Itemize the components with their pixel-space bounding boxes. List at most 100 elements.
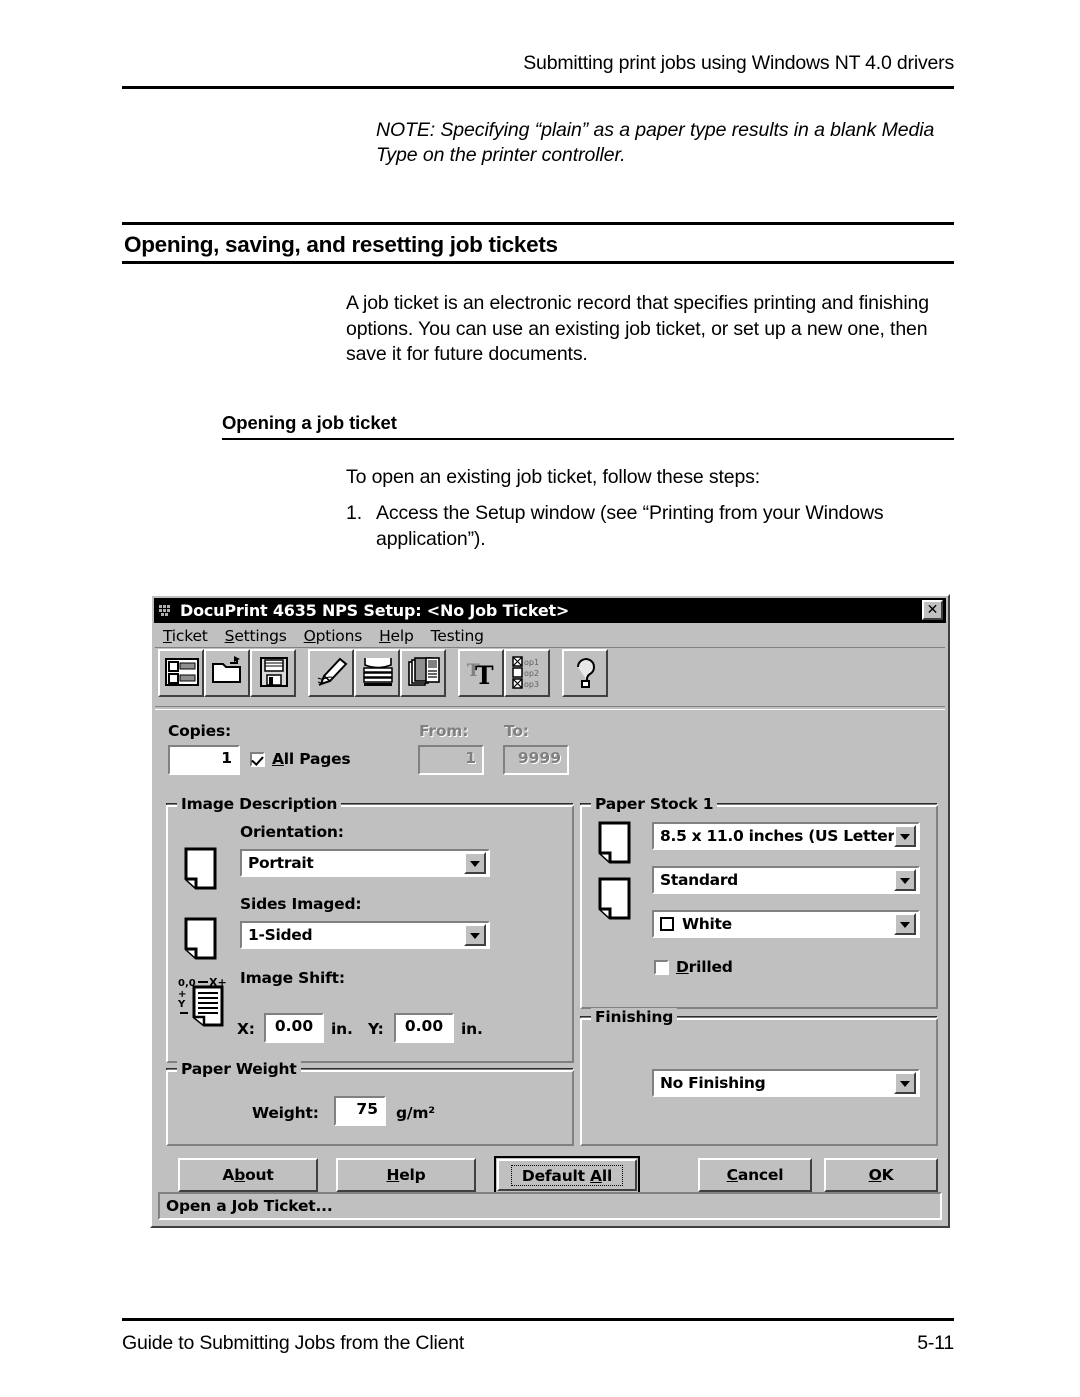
chevron-down-icon[interactable] — [464, 924, 486, 946]
sides-imaged-page-icon — [183, 917, 218, 965]
status-text: Open a Job Ticket... — [166, 1197, 333, 1215]
image-shift-y-unit: in. — [461, 1020, 483, 1038]
image-shift-x-input[interactable]: 0.00 — [264, 1013, 324, 1043]
heading1-rule-bottom — [122, 261, 954, 264]
steps-lead-in: To open an existing job ticket, follow t… — [346, 466, 761, 488]
chevron-down-icon[interactable] — [894, 1072, 916, 1094]
svg-text:Y: Y — [177, 999, 186, 1010]
default-all-button-label: Default All — [510, 1164, 624, 1186]
chevron-down-icon[interactable] — [894, 825, 916, 847]
paper-stock-icon[interactable] — [354, 649, 400, 697]
all-pages-checkbox-row[interactable]: All Pages — [250, 750, 351, 768]
chevron-down-icon[interactable] — [464, 852, 486, 874]
weight-label: Weight: — [252, 1104, 319, 1122]
paper-stock-size-icon — [597, 821, 632, 869]
image-description-title: Image Description — [177, 795, 342, 813]
paper-type-combobox[interactable]: Standard — [652, 866, 920, 894]
edit-pencil-icon[interactable] — [308, 649, 354, 697]
sides-imaged-value: 1-Sided — [248, 926, 313, 944]
status-bar: Open a Job Ticket... — [158, 1192, 942, 1220]
weight-input[interactable]: 75 — [334, 1096, 386, 1126]
image-description-group: Image Description Orientation: Portrait … — [166, 795, 574, 1063]
chevron-down-icon[interactable] — [894, 869, 916, 891]
dialog-toolbar: T T op1 op2 op3 — [158, 649, 620, 701]
finishing-group: Finishing No Finishing — [580, 1008, 938, 1146]
paper-weight-title: Paper Weight — [177, 1060, 301, 1078]
paper-color-combobox[interactable]: White — [652, 910, 920, 938]
toolbar-divider — [155, 706, 945, 710]
menu-item-options[interactable]: Options — [304, 627, 363, 645]
about-button-label: About — [222, 1166, 274, 1184]
paper-type-value: Standard — [660, 871, 738, 889]
section-subheading: Opening a job ticket — [222, 412, 397, 433]
step-number: 1. — [346, 502, 362, 524]
paper-stock-group: Paper Stock 1 8.5 x 11.0 inches (US Lett… — [580, 795, 938, 1009]
list-item: 1. Access the Setup window (see “Printin… — [346, 501, 954, 552]
body-paragraph: A job ticket is an electronic record tha… — [346, 292, 929, 365]
svg-text:T: T — [475, 661, 494, 690]
image-shift-y-input[interactable]: 0.00 — [394, 1013, 454, 1043]
paper-size-combobox[interactable]: 8.5 x 11.0 inches (US Letter) — [652, 822, 920, 850]
from-label: From: — [419, 722, 469, 740]
all-pages-checkbox[interactable] — [250, 751, 265, 767]
cancel-button[interactable]: Cancel — [698, 1158, 812, 1192]
help-question-icon[interactable] — [562, 649, 608, 697]
footer-rule — [122, 1318, 954, 1321]
paper-color-swatch — [660, 917, 674, 931]
finishing-combobox[interactable]: No Finishing — [652, 1069, 920, 1097]
orientation-label: Orientation: — [240, 823, 344, 841]
toolbar-group-edit — [308, 649, 446, 697]
image-shift-x-label: X: — [237, 1020, 255, 1038]
image-shift-y-label: Y: — [368, 1020, 384, 1038]
save-disk-icon[interactable] — [250, 649, 296, 697]
finishing-value: No Finishing — [660, 1074, 766, 1092]
help-button-label: Help — [386, 1166, 426, 1184]
page-title: Opening, saving, and resetting job ticke… — [124, 232, 558, 257]
finishing-title: Finishing — [591, 1008, 678, 1026]
copies-input[interactable]: 1 — [168, 745, 240, 775]
sides-imaged-combobox[interactable]: 1-Sided — [240, 921, 490, 949]
about-button[interactable]: About — [178, 1158, 318, 1192]
dialog-titlebar[interactable]: DocuPrint 4635 NPS Setup: <No Job Ticket… — [154, 598, 946, 623]
header-rule — [122, 86, 954, 89]
copies-icon[interactable] — [400, 649, 446, 697]
menu-item-settings[interactable]: Settings — [225, 627, 287, 645]
menu-item-testing[interactable]: Testing — [431, 627, 484, 645]
to-label: To: — [504, 722, 529, 740]
chevron-down-icon[interactable] — [894, 913, 916, 935]
all-pages-label: All Pages — [272, 750, 351, 768]
step-text: Access the Setup window (see “Printing f… — [376, 502, 884, 550]
toolbar-group-view: T T op1 op2 op3 — [458, 649, 550, 697]
ok-button[interactable]: OK — [824, 1158, 938, 1192]
font-icon[interactable]: T T — [458, 649, 504, 697]
paper-stock-type-icon — [597, 877, 632, 925]
menu-item-ticket[interactable]: Ticket — [163, 627, 208, 645]
paper-size-value: 8.5 x 11.0 inches (US Letter) — [660, 827, 894, 845]
image-shift-icon: 0,0 X+ + Y — [177, 975, 233, 1037]
paper-weight-group: Paper Weight Weight: 75 g/m² — [166, 1060, 574, 1146]
open-folder-icon[interactable] — [204, 649, 250, 697]
heading2-rule — [222, 438, 954, 440]
from-input[interactable]: 1 — [418, 745, 484, 775]
page-number: 5-11 — [917, 1332, 954, 1354]
svg-text:op2: op2 — [524, 669, 539, 678]
options-icon[interactable]: op1 op2 op3 — [504, 649, 550, 697]
ok-button-label: OK — [868, 1166, 894, 1184]
default-all-button[interactable]: Default All — [494, 1156, 640, 1194]
paper-stock-title: Paper Stock 1 — [591, 795, 718, 813]
dialog-title: DocuPrint 4635 NPS Setup: <No Job Ticket… — [180, 601, 570, 620]
cancel-button-label: Cancel — [726, 1166, 784, 1184]
orientation-value: Portrait — [248, 854, 314, 872]
help-button[interactable]: Help — [336, 1158, 476, 1192]
close-icon[interactable]: ✕ — [922, 600, 943, 620]
orientation-page-icon — [183, 847, 218, 895]
new-ticket-icon[interactable] — [158, 649, 204, 697]
dialog-menubar: Ticket Settings Options Help Testing — [155, 624, 945, 648]
menu-item-help[interactable]: Help — [379, 627, 414, 645]
image-shift-x-unit: in. — [331, 1020, 353, 1038]
orientation-combobox[interactable]: Portrait — [240, 849, 490, 877]
toolbar-group-file — [158, 649, 296, 697]
drilled-checkbox[interactable] — [654, 959, 669, 975]
drilled-checkbox-row[interactable]: Drilled — [654, 958, 733, 976]
to-input[interactable]: 9999 — [503, 745, 569, 775]
